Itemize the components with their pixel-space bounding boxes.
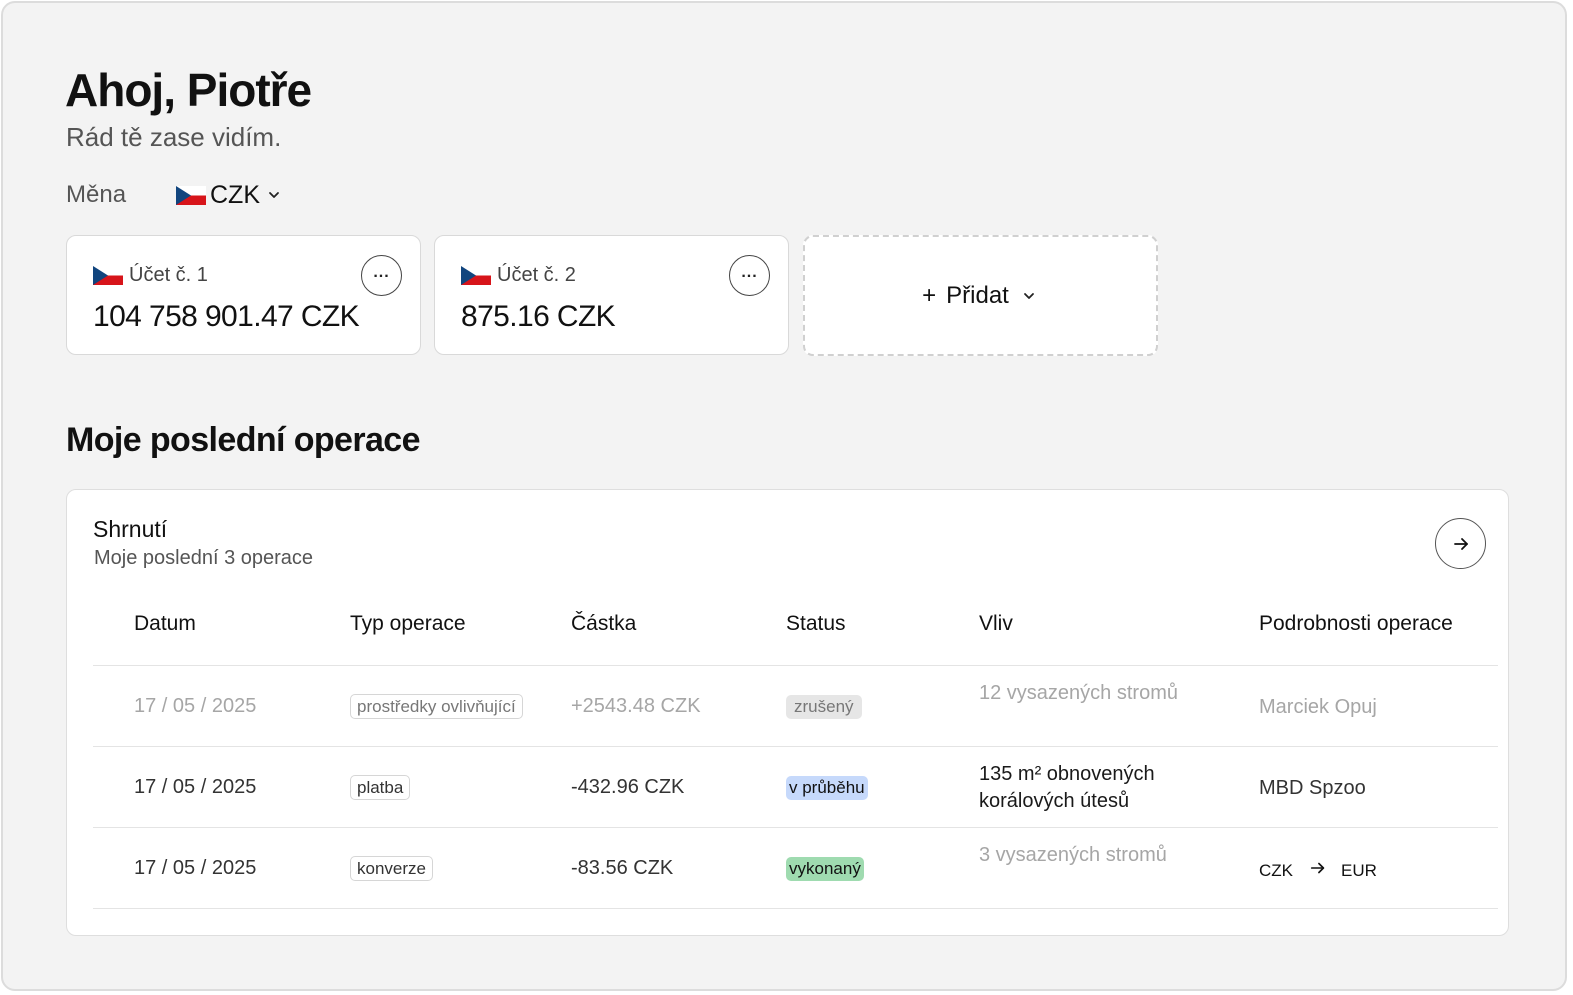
column-header-date[interactable]: Datum — [134, 612, 196, 636]
czech-flag-icon — [461, 266, 491, 285]
row-impact: 3 vysazených stromů — [979, 844, 1167, 866]
account-card-2[interactable]: Účet č. 2 875.16 CZK ... — [434, 235, 789, 355]
summary-title: Shrnutí — [93, 516, 168, 542]
status-badge: v průběhu — [786, 776, 868, 800]
conversion-from: CZK — [1259, 861, 1293, 880]
column-header-amount[interactable]: Částka — [571, 612, 636, 636]
currency-row: Měna CZK — [66, 179, 284, 211]
conversion-details: CZK EUR — [1259, 859, 1377, 882]
chevron-down-icon — [1019, 286, 1039, 306]
row-details: Marciek Opuj — [1259, 696, 1377, 718]
currency-label: Měna — [66, 181, 127, 208]
plus-icon: + — [922, 281, 937, 309]
account-balance: 104 758 901.47 CZK — [93, 300, 360, 333]
row-divider — [93, 746, 1498, 747]
column-header-type[interactable]: Typ operace — [350, 612, 466, 636]
row-date: 17 / 05 / 2025 — [134, 776, 257, 798]
account-balance: 875.16 CZK — [461, 300, 616, 333]
add-account-button[interactable]: + Přidat — [803, 235, 1158, 356]
row-amount: +2543.48 CZK — [571, 695, 701, 717]
chevron-down-icon — [264, 185, 284, 205]
row-divider — [93, 665, 1498, 666]
account-name: Účet č. 2 — [497, 264, 576, 286]
status-badge: vykonaný — [786, 857, 864, 881]
account-card-header: Účet č. 1 — [93, 264, 208, 287]
row-date: 17 / 05 / 2025 — [134, 695, 257, 717]
czech-flag-icon — [93, 266, 123, 285]
account-more-button[interactable]: ... — [361, 255, 402, 296]
status-badge: zrušený — [786, 695, 862, 719]
more-icon: ... — [741, 263, 758, 281]
add-account-label: Přidat — [946, 281, 1009, 309]
column-header-details[interactable]: Podrobnosti operace — [1259, 612, 1453, 636]
operation-type-tag: prostředky ovlivňující — [350, 694, 523, 719]
row-divider — [93, 908, 1498, 909]
conversion-to: EUR — [1341, 860, 1377, 880]
czech-flag-icon — [176, 185, 206, 205]
account-card-header: Účet č. 2 — [461, 264, 576, 287]
row-divider — [93, 827, 1498, 828]
row-amount: -83.56 CZK — [571, 857, 674, 879]
operation-type-tag: konverze — [350, 856, 433, 881]
account-more-button[interactable]: ... — [729, 255, 770, 296]
recent-operations-title: Moje poslední operace — [66, 421, 421, 459]
column-header-status[interactable]: Status — [786, 612, 846, 636]
view-all-button[interactable] — [1435, 518, 1486, 569]
account-name: Účet č. 1 — [129, 264, 208, 286]
currency-value: CZK — [210, 180, 260, 209]
row-impact: 135 m² obnovených korálových útesů — [979, 763, 1155, 812]
greeting-subtitle: Rád tě zase vidím. — [66, 122, 282, 152]
row-date: 17 / 05 / 2025 — [134, 857, 257, 879]
arrow-right-icon — [1309, 859, 1327, 882]
account-card-1[interactable]: Účet č. 1 104 758 901.47 CZK ... — [66, 235, 421, 355]
row-details: MBD Spzoo — [1259, 777, 1366, 799]
arrow-right-icon — [1453, 537, 1468, 550]
operation-type-tag: platba — [350, 775, 411, 800]
currency-select[interactable]: CZK — [176, 181, 284, 210]
greeting-title: Ahoj, Piotře — [65, 64, 312, 116]
row-impact: 12 vysazených stromů — [979, 682, 1178, 704]
row-amount: -432.96 CZK — [571, 776, 685, 798]
app-frame: Ahoj, Piotře Rád tě zase vidím. Měna CZK… — [1, 1, 1567, 991]
summary-card: Shrnutí Moje poslední 3 operace Datum Ty… — [66, 489, 1509, 936]
column-header-impact[interactable]: Vliv — [979, 612, 1013, 636]
more-icon: ... — [373, 263, 390, 281]
summary-subtitle: Moje poslední 3 operace — [94, 547, 314, 569]
